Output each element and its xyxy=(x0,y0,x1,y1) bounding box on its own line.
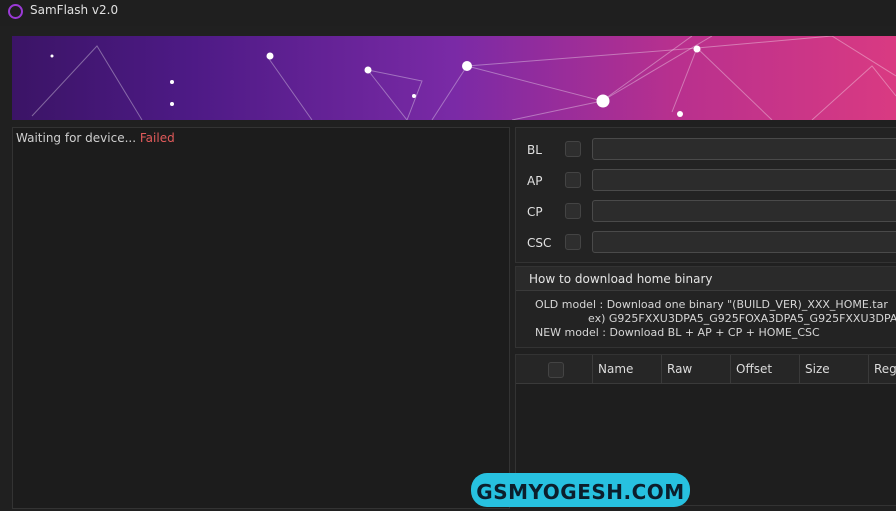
log-panel[interactable]: Waiting for device... Failed xyxy=(12,127,510,509)
column-header-raw[interactable]: Raw xyxy=(661,355,730,383)
info-line-new-model: NEW model : Download BL + AP + CP + HOME… xyxy=(535,326,820,339)
file-checkbox-csc[interactable] xyxy=(565,234,581,250)
select-all-checkbox[interactable] xyxy=(548,362,564,378)
file-checkbox-bl[interactable] xyxy=(565,141,581,157)
file-path-input-ap[interactable] xyxy=(592,169,896,191)
column-header-region[interactable]: Regi xyxy=(868,355,896,383)
file-label-csc: CSC xyxy=(527,236,552,250)
file-label-cp: CP xyxy=(527,205,543,219)
file-path-input-cp[interactable] xyxy=(592,200,896,222)
column-header-name[interactable]: Name xyxy=(592,355,661,383)
file-row-cp: CP xyxy=(516,200,896,224)
network-pattern-graphic xyxy=(31,36,896,120)
info-line-old-model: OLD model : Download one binary "(BUILD_… xyxy=(535,298,888,311)
file-row-csc: CSC xyxy=(516,231,896,255)
title-bar: SamFlash v2.0 xyxy=(0,0,896,26)
file-row-bl: BL xyxy=(516,138,896,162)
file-path-input-bl[interactable] xyxy=(592,138,896,160)
info-header: How to download home binary xyxy=(516,267,896,291)
file-path-input-csc[interactable] xyxy=(592,231,896,253)
log-waiting-text: Waiting for device... xyxy=(16,131,137,145)
file-label-ap: AP xyxy=(527,174,543,188)
file-checkbox-cp[interactable] xyxy=(565,203,581,219)
app-logo-icon xyxy=(8,4,23,19)
info-title: How to download home binary xyxy=(529,272,713,286)
home-binary-info-panel: How to download home binary OLD model : … xyxy=(515,266,896,348)
info-line-example: ex) G925FXXU3DPA5_G925FOXA3DPA5_G925FXXU… xyxy=(588,312,896,325)
watermark-badge: GSMYOGESH.COM xyxy=(471,473,690,507)
file-checkbox-ap[interactable] xyxy=(565,172,581,188)
header-banner xyxy=(12,36,896,120)
firmware-files-panel: BL AP CP CSC xyxy=(515,127,896,263)
file-label-bl: BL xyxy=(527,143,542,157)
log-status-failed: Failed xyxy=(139,131,175,145)
file-row-ap: AP xyxy=(516,169,896,193)
window-title: SamFlash v2.0 xyxy=(30,3,119,17)
log-line: Waiting for device... Failed xyxy=(16,131,175,145)
column-header-size[interactable]: Size xyxy=(799,355,868,383)
table-header: Name Raw Offset Size Regi xyxy=(516,355,896,384)
column-header-offset[interactable]: Offset xyxy=(730,355,799,383)
